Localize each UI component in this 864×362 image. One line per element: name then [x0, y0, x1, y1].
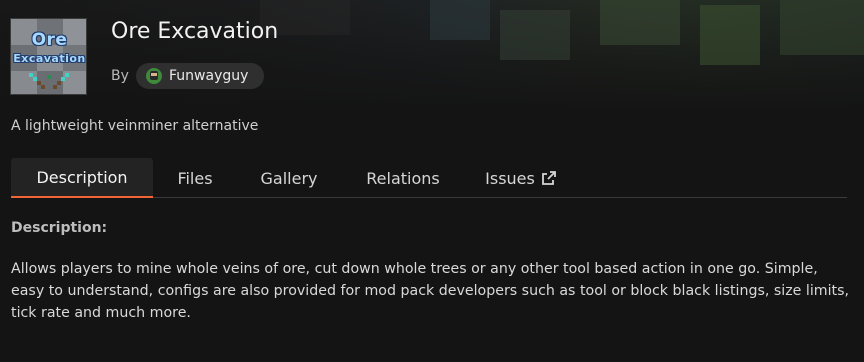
- by-label: By: [111, 68, 129, 84]
- tab-label: Relations: [366, 168, 440, 188]
- tab-relations[interactable]: Relations: [341, 158, 465, 198]
- project-summary: A lightweight veinminer alternative: [11, 118, 259, 134]
- author-name: Funwayguy: [169, 68, 249, 84]
- external-link-icon: [541, 170, 557, 186]
- tab-label: Files: [177, 168, 213, 188]
- logo-text-excavation: Excavation: [13, 52, 86, 65]
- project-title: Ore Excavation: [111, 19, 279, 44]
- pickaxe-icon: [29, 73, 69, 89]
- author-avatar: [146, 68, 162, 84]
- tab-description[interactable]: Description: [11, 158, 153, 198]
- header-banner: [0, 0, 864, 110]
- description-heading: Description:: [11, 220, 108, 236]
- description-body: Allows players to mine whole veins of or…: [11, 261, 849, 321]
- project-logo: Ore Excavation: [10, 18, 87, 95]
- tab-files[interactable]: Files: [153, 158, 237, 198]
- tab-gallery[interactable]: Gallery: [237, 158, 341, 198]
- tab-issues[interactable]: Issues: [465, 158, 577, 198]
- tab-label: Issues: [485, 168, 535, 188]
- tab-label: Description: [36, 167, 128, 187]
- project-page: Ore Excavation Ore Excavation By Funwayg…: [0, 0, 864, 362]
- tab-bar: Description Files Gallery Relations Issu…: [11, 158, 847, 198]
- logo-text-ore: Ore: [31, 30, 68, 50]
- author-chip[interactable]: Funwayguy: [136, 63, 264, 89]
- tab-label: Gallery: [260, 168, 318, 188]
